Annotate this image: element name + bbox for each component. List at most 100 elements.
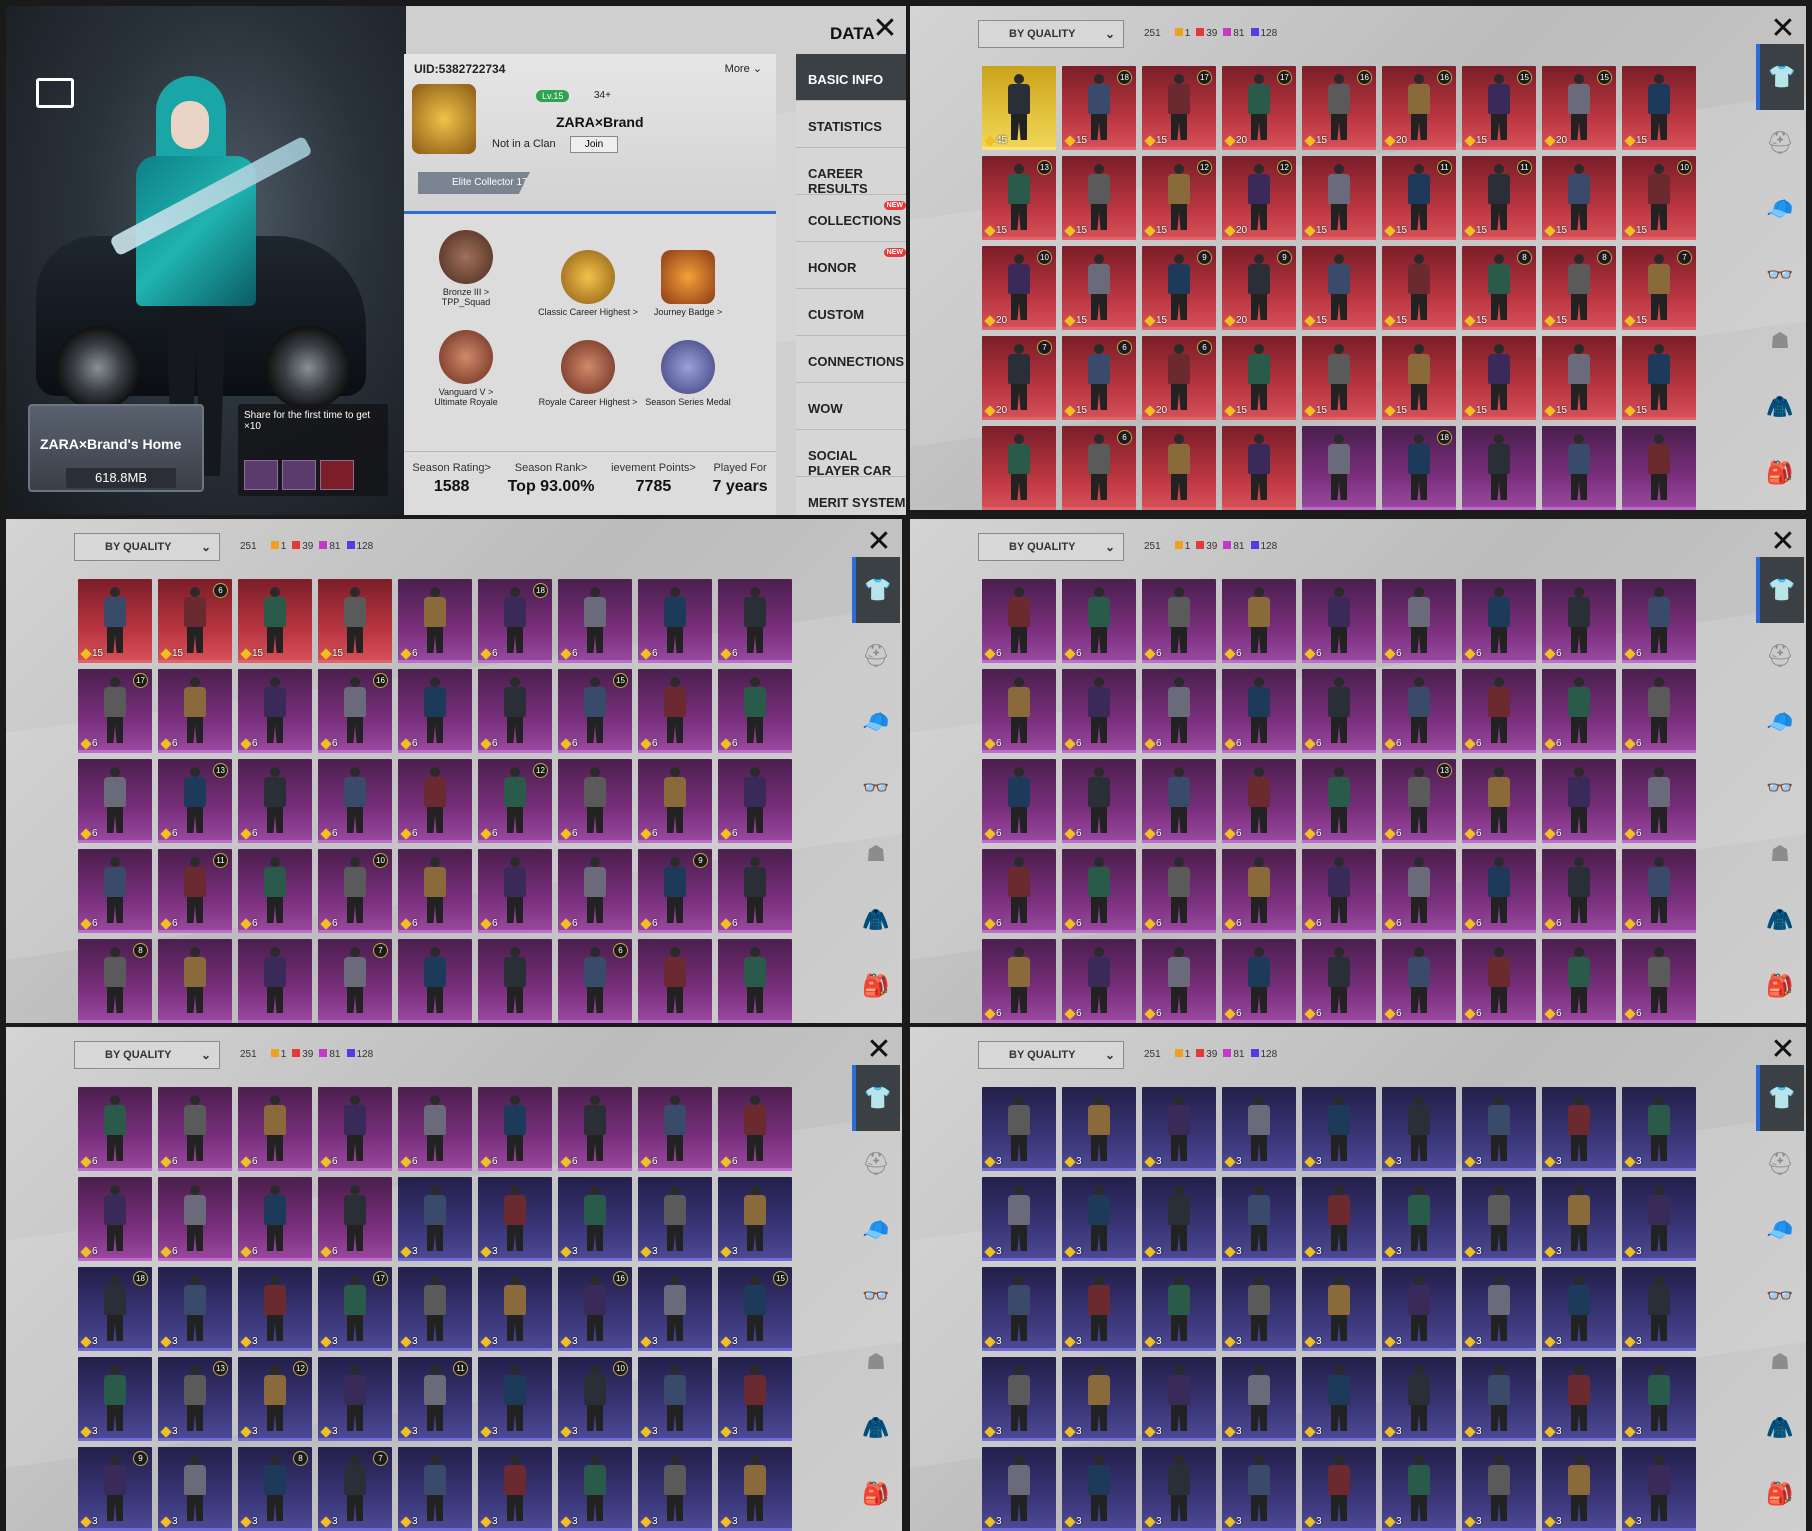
- outfit-tile[interactable]: 6: [1142, 939, 1216, 1023]
- outfit-tile[interactable]: 15: [318, 579, 392, 663]
- outfit-tile[interactable]: 6: [1222, 669, 1296, 753]
- medal-bronze[interactable]: Bronze III > TPP_Squad: [414, 230, 518, 307]
- outfit-tile[interactable]: 6: [982, 579, 1056, 663]
- outfit-tile[interactable]: 15 9: [1142, 246, 1216, 330]
- mask-icon[interactable]: ☗: [1756, 1329, 1804, 1395]
- outfit-tile[interactable]: 6: [1622, 669, 1696, 753]
- outfit-tile[interactable]: 15: [1302, 336, 1376, 420]
- outfit-tile[interactable]: 6: [238, 1177, 312, 1261]
- jacket-icon[interactable]: 🧥: [852, 1395, 900, 1461]
- jacket-icon[interactable]: 🧥: [1756, 374, 1804, 440]
- outfit-tile[interactable]: 20 12: [1222, 156, 1296, 240]
- outfit-tile[interactable]: 6: [1462, 579, 1536, 663]
- menu-item-statistics[interactable]: STATISTICS: [796, 101, 906, 148]
- join-clan-button[interactable]: Join: [570, 136, 618, 153]
- outfit-tile[interactable]: 3: [638, 1357, 712, 1441]
- medal-vanguard[interactable]: Vanguard V > Ultimate Royale: [414, 330, 518, 407]
- outfit-tile[interactable]: 6: [1142, 669, 1216, 753]
- outfit-tile[interactable]: 6 13: [1382, 759, 1456, 843]
- outfit-tile[interactable]: 3 12: [238, 1357, 312, 1441]
- outfit-tile[interactable]: 15: [1302, 246, 1376, 330]
- outfit-tile[interactable]: 6 11: [158, 849, 232, 933]
- outfit-tile[interactable]: 6: [1542, 939, 1616, 1023]
- outfit-tile[interactable]: 6: [1542, 669, 1616, 753]
- outfit-tile[interactable]: 3: [158, 1267, 232, 1351]
- outfit-tile[interactable]: 3: [1382, 1267, 1456, 1351]
- outfit-tile[interactable]: 3: [478, 1267, 552, 1351]
- glasses-icon[interactable]: 👓: [1756, 242, 1804, 308]
- outfit-tile[interactable]: 6: [1302, 849, 1376, 933]
- outfit-icon[interactable]: 👕: [1756, 44, 1804, 110]
- outfit-tile[interactable]: 6: [238, 669, 312, 753]
- outfit-tile[interactable]: 15: [1062, 156, 1136, 240]
- outfit-icon[interactable]: 👕: [852, 557, 900, 623]
- outfit-tile[interactable]: 15: [1222, 336, 1296, 420]
- outfit-tile[interactable]: 3: [1222, 1357, 1296, 1441]
- outfit-tile[interactable]: 15 7: [1622, 246, 1696, 330]
- outfit-tile[interactable]: 3: [982, 1357, 1056, 1441]
- outfit-tile[interactable]: 3: [1382, 1447, 1456, 1531]
- outfit-tile[interactable]: 15: [78, 579, 152, 663]
- outfit-tile[interactable]: 15 11: [1462, 156, 1536, 240]
- outfit-tile[interactable]: 3: [1142, 1267, 1216, 1351]
- outfit-tile[interactable]: 3: [1142, 1357, 1216, 1441]
- outfit-tile[interactable]: 6: [478, 669, 552, 753]
- outfit-tile[interactable]: 6: [1142, 849, 1216, 933]
- outfit-tile[interactable]: 20 15: [1542, 66, 1616, 150]
- outfit-tile[interactable]: 6: [638, 579, 712, 663]
- outfit-tile[interactable]: 6: [398, 849, 472, 933]
- outfit-tile[interactable]: 6: [718, 1087, 792, 1171]
- outfit-tile[interactable]: 3: [1542, 1447, 1616, 1531]
- outfit-tile[interactable]: 6 17: [78, 669, 152, 753]
- outfit-tile[interactable]: 15: [1062, 246, 1136, 330]
- outfit-tile[interactable]: 3: [1462, 1177, 1536, 1261]
- outfit-tile[interactable]: [478, 939, 552, 1023]
- outfit-tile[interactable]: 3: [1222, 1177, 1296, 1261]
- outfit-tile[interactable]: 3: [718, 1357, 792, 1441]
- outfit-tile[interactable]: 3: [1622, 1357, 1696, 1441]
- backpack-icon[interactable]: 🎒: [1756, 953, 1804, 1019]
- outfit-tile[interactable]: 6: [318, 1087, 392, 1171]
- outfit-tile[interactable]: 3: [1222, 1267, 1296, 1351]
- outfit-tile[interactable]: 6: [78, 1087, 152, 1171]
- outfit-tile[interactable]: 20 9: [1222, 246, 1296, 330]
- outfit-tile[interactable]: 6: [1462, 849, 1536, 933]
- outfit-tile[interactable]: 6: [78, 849, 152, 933]
- outfit-tile[interactable]: 6: [238, 849, 312, 933]
- outfit-tile[interactable]: 20 17: [1222, 66, 1296, 150]
- outfit-tile[interactable]: 6 10: [318, 849, 392, 933]
- outfit-tile[interactable]: 3: [638, 1267, 712, 1351]
- outfit-tile[interactable]: 6: [1302, 669, 1376, 753]
- outfit-tile[interactable]: 6 12: [478, 759, 552, 843]
- menu-item-connections[interactable]: CONNECTIONS: [796, 336, 906, 383]
- outfit-tile[interactable]: 6: [1302, 579, 1376, 663]
- outfit-tile[interactable]: 20 16: [1382, 66, 1456, 150]
- outfit-tile[interactable]: 3: [638, 1177, 712, 1261]
- outfit-tile[interactable]: 6: [238, 1087, 312, 1171]
- outfit-icon[interactable]: 👕: [1756, 1065, 1804, 1131]
- outfit-tile[interactable]: 15 17: [1142, 66, 1216, 150]
- mask-icon[interactable]: ☗: [1756, 308, 1804, 374]
- stat-achievement-points[interactable]: ievement Points> 7785: [611, 462, 696, 515]
- outfit-tile[interactable]: 3: [1062, 1267, 1136, 1351]
- outfit-tile[interactable]: 18: [1382, 426, 1456, 510]
- glasses-icon[interactable]: 👓: [852, 755, 900, 821]
- outfit-tile[interactable]: 3: [1222, 1447, 1296, 1531]
- outfit-tile[interactable]: 6: [1062, 426, 1136, 510]
- outfit-tile[interactable]: 3: [558, 1447, 632, 1531]
- outfit-tile[interactable]: 3: [1622, 1177, 1696, 1261]
- outfit-tile[interactable]: 6: [1542, 759, 1616, 843]
- outfit-tile[interactable]: 6: [558, 579, 632, 663]
- outfit-tile[interactable]: 3: [1062, 1357, 1136, 1441]
- outfit-tile[interactable]: 3: [398, 1267, 472, 1351]
- outfit-tile[interactable]: 6: [1142, 759, 1216, 843]
- player-uid[interactable]: UID:5382722734: [414, 62, 505, 76]
- outfit-tile[interactable]: 3: [1542, 1357, 1616, 1441]
- outfit-tile[interactable]: 6: [1382, 669, 1456, 753]
- outfit-tile[interactable]: 15: [1542, 336, 1616, 420]
- backpack-icon[interactable]: 🎒: [852, 1461, 900, 1527]
- outfit-tile[interactable]: 15 8: [1462, 246, 1536, 330]
- outfit-tile[interactable]: 15: [1302, 156, 1376, 240]
- outfit-tile[interactable]: 3 11: [398, 1357, 472, 1441]
- outfit-tile[interactable]: 15 15: [1462, 66, 1536, 150]
